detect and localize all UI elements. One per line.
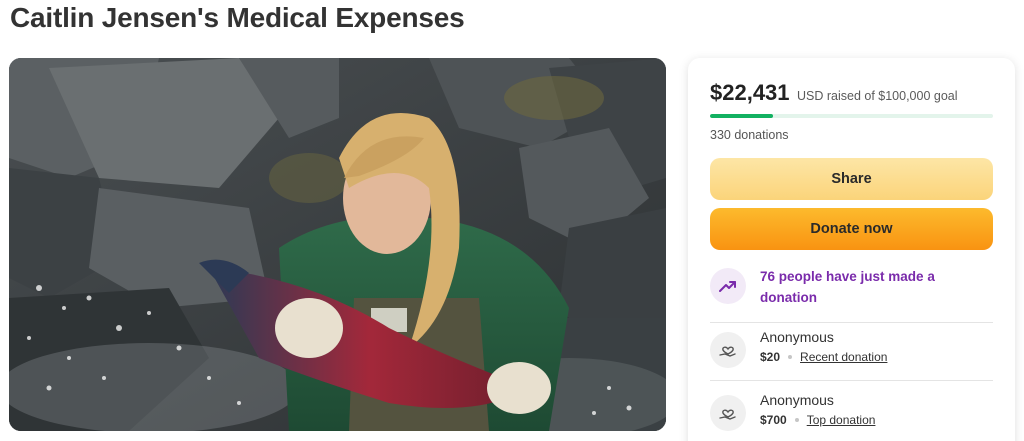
- recent-activity: 76 people have just made a donation: [710, 266, 993, 316]
- separator-dot: [794, 418, 799, 422]
- donor-item: Anonymous $20 Recent donation: [710, 328, 993, 372]
- cover-illustration: [9, 58, 666, 431]
- donation-count: 330 donations: [710, 128, 789, 142]
- donor-amount: $20: [760, 350, 781, 364]
- donor-name: Anonymous: [760, 392, 834, 408]
- heart-hand-icon: [710, 332, 746, 368]
- donor-name: Anonymous: [760, 329, 834, 345]
- donor-item: Anonymous $700 Top donation: [710, 391, 993, 435]
- share-button[interactable]: Share: [710, 158, 993, 200]
- donate-now-button[interactable]: Donate now: [710, 208, 993, 250]
- trending-up-icon: [710, 268, 746, 304]
- recent-donation-link[interactable]: Recent donation: [800, 350, 887, 364]
- raised-amount: $22,431: [710, 80, 790, 105]
- page-title: Caitlin Jensen's Medical Expenses: [10, 2, 465, 33]
- progress-bar: [710, 114, 993, 118]
- activity-text: 76 people have just made a donation: [760, 269, 935, 305]
- heart-hand-icon: [710, 395, 746, 431]
- divider: [710, 380, 993, 381]
- raised-goal-text: USD raised of $100,000 goal: [796, 89, 958, 103]
- donor-amount: $700: [760, 413, 787, 427]
- separator-dot: [788, 355, 793, 359]
- divider: [710, 322, 993, 323]
- donation-card: $22,431 USD raised of $100,000 goal 330 …: [688, 58, 1015, 441]
- top-donation-link[interactable]: Top donation: [807, 413, 876, 427]
- progress-bar-fill: [710, 114, 774, 118]
- raised-summary: $22,431 USD raised of $100,000 goal: [710, 80, 958, 106]
- fundraiser-cover-photo: [9, 58, 666, 431]
